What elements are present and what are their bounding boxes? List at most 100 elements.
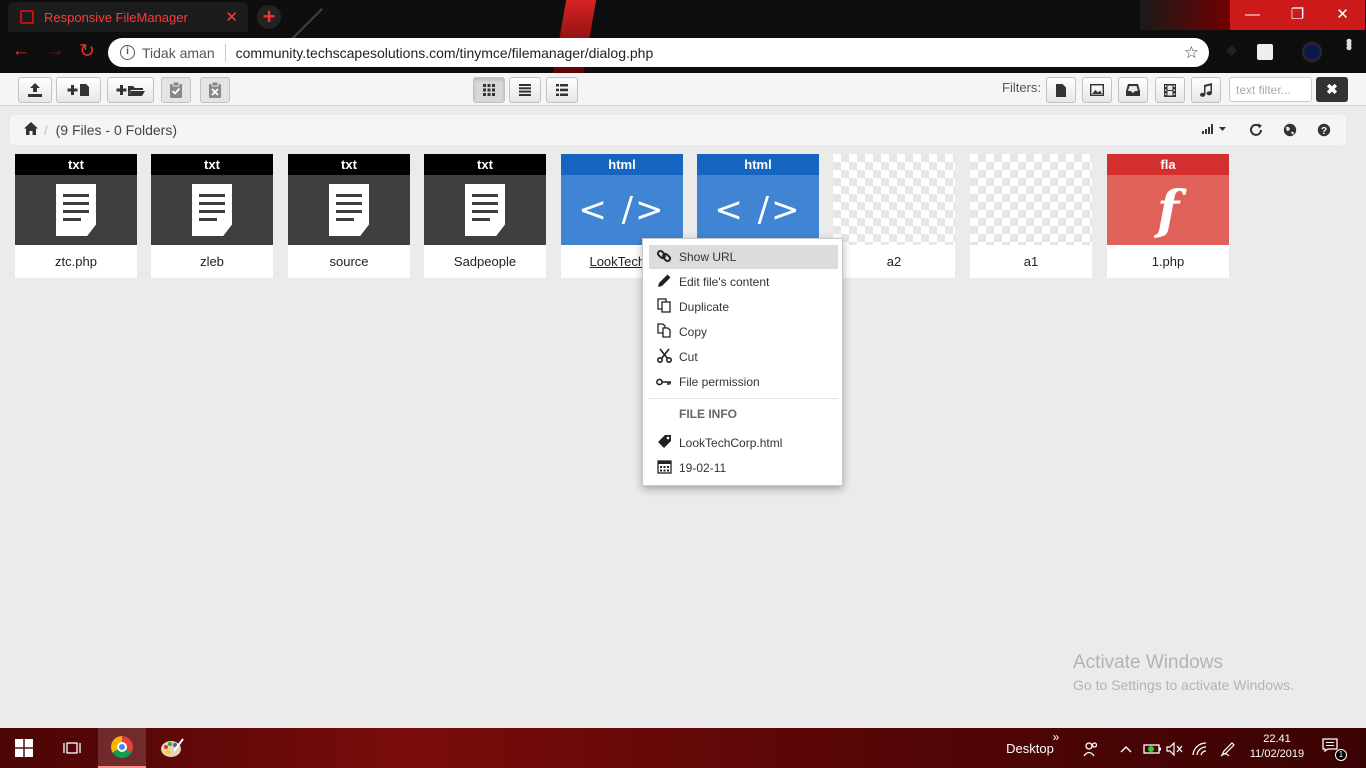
file-item[interactable]: txt zleb bbox=[151, 154, 273, 278]
new-file-button[interactable] bbox=[56, 77, 101, 103]
file-item[interactable]: fla f 1.php bbox=[1107, 154, 1229, 278]
window-close-button[interactable]: ✕ bbox=[1320, 0, 1365, 30]
url-text[interactable]: community.techscapesolutions.com/tinymce… bbox=[236, 45, 1184, 61]
flash-icon: f bbox=[1107, 175, 1229, 245]
filter-files-button[interactable] bbox=[1046, 77, 1076, 103]
file-item[interactable]: a2 bbox=[833, 154, 955, 278]
window-minimize-button[interactable]: — bbox=[1230, 0, 1275, 30]
file-extension-label: html bbox=[697, 154, 819, 175]
grid-icon bbox=[483, 84, 495, 96]
file-extension-label: html bbox=[561, 154, 683, 175]
profile-avatar[interactable] bbox=[1302, 42, 1322, 62]
toolbar-expand-icon[interactable]: » bbox=[1050, 722, 1062, 752]
clock[interactable]: 22.41 11/02/2019 bbox=[1247, 732, 1307, 762]
file-info-date-value: 19-02-11 bbox=[679, 461, 727, 475]
browser-menu-icon[interactable]: ••• bbox=[1338, 38, 1359, 48]
new-tab-button[interactable]: + bbox=[257, 5, 281, 29]
refresh-icon[interactable] bbox=[1249, 123, 1263, 140]
filter-music-button[interactable] bbox=[1191, 77, 1221, 103]
help-icon[interactable]: ? bbox=[1317, 123, 1331, 140]
info-icon[interactable]: i bbox=[120, 45, 135, 60]
link-icon bbox=[649, 248, 679, 267]
clock-time: 22.41 bbox=[1263, 733, 1291, 745]
window-restore-button[interactable]: ❐ bbox=[1275, 0, 1320, 30]
menu-item-show-url[interactable]: Show URL bbox=[649, 245, 838, 269]
film-icon bbox=[1164, 83, 1176, 97]
sort-icon[interactable] bbox=[1202, 123, 1228, 138]
forward-arrow-icon[interactable]: → bbox=[44, 40, 66, 62]
upload-icon bbox=[28, 83, 42, 97]
volume-muted-icon[interactable] bbox=[1166, 728, 1184, 768]
file-folder-count: (9 Files - 0 Folders) bbox=[55, 122, 177, 138]
breadcrumb-separator: / bbox=[44, 122, 48, 138]
menu-divider bbox=[649, 398, 838, 399]
menu-item-copy[interactable]: Copy bbox=[649, 320, 838, 344]
file-item[interactable]: txt source bbox=[288, 154, 410, 278]
people-icon[interactable] bbox=[1083, 728, 1099, 768]
extension-icon[interactable]: ⬥ bbox=[1226, 42, 1237, 60]
battery-icon[interactable] bbox=[1143, 728, 1163, 768]
text-filter-input[interactable] bbox=[1229, 77, 1312, 102]
file-name[interactable]: zleb bbox=[151, 245, 273, 278]
file-name[interactable]: source bbox=[288, 245, 410, 278]
task-view-button[interactable] bbox=[48, 728, 96, 768]
menu-item-label: Cut bbox=[679, 350, 698, 364]
paint-taskbar-button[interactable] bbox=[148, 728, 196, 768]
menu-item-edit-content[interactable]: Edit file's content bbox=[649, 270, 838, 294]
transparent-image-thumbnail bbox=[970, 154, 1092, 245]
menu-item-label: Show URL bbox=[679, 250, 737, 264]
globe-icon[interactable] bbox=[1283, 123, 1297, 140]
show-hidden-icons-chevron[interactable] bbox=[1120, 728, 1132, 768]
filter-archives-button[interactable] bbox=[1118, 77, 1148, 103]
home-icon[interactable] bbox=[24, 121, 38, 139]
clear-clipboard-button[interactable] bbox=[200, 77, 230, 103]
menu-item-cut[interactable]: Cut bbox=[649, 345, 838, 369]
back-arrow-icon[interactable]: ← bbox=[10, 40, 32, 62]
browser-chrome: Responsive FileManager ✕ + — ❐ ✕ ← → ↻ i… bbox=[0, 0, 1366, 73]
browser-tab[interactable]: Responsive FileManager ✕ bbox=[8, 2, 248, 32]
file-item[interactable]: txt Sadpeople bbox=[424, 154, 546, 278]
columns-icon bbox=[556, 84, 568, 96]
file-name[interactable]: a1 bbox=[970, 245, 1092, 278]
address-divider bbox=[224, 43, 226, 62]
duplicate-icon bbox=[649, 298, 679, 316]
new-file-icon bbox=[67, 84, 89, 96]
file-extension-label: txt bbox=[288, 154, 410, 175]
image-icon bbox=[1090, 84, 1104, 96]
menu-item-label: Duplicate bbox=[679, 300, 730, 314]
menu-item-duplicate[interactable]: Duplicate bbox=[649, 295, 838, 319]
start-button[interactable] bbox=[0, 728, 48, 768]
file-name[interactable]: Sadpeople bbox=[424, 245, 546, 278]
breadcrumb: / (9 Files - 0 Folders) bbox=[10, 115, 1346, 145]
taskbar: Desktop » 22.41 11/02/2019 1 bbox=[0, 728, 1366, 768]
paste-button[interactable] bbox=[161, 77, 191, 103]
view-columns-button[interactable] bbox=[546, 77, 578, 103]
wallpaper-decoration bbox=[1140, 0, 1230, 30]
clock-date: 11/02/2019 bbox=[1249, 748, 1305, 760]
upload-button[interactable] bbox=[18, 77, 52, 103]
notification-count-badge: 1 bbox=[1335, 749, 1347, 761]
chrome-taskbar-button[interactable] bbox=[98, 728, 146, 768]
file-name[interactable]: 1.php bbox=[1107, 245, 1229, 278]
wifi-icon[interactable] bbox=[1192, 728, 1208, 768]
pen-workspace-icon[interactable] bbox=[1220, 728, 1236, 768]
clear-filter-button[interactable]: ✖ bbox=[1316, 77, 1348, 102]
address-bar[interactable]: i Tidak aman community.techscapesolution… bbox=[108, 38, 1209, 67]
file-item[interactable]: a1 bbox=[970, 154, 1092, 278]
extension-icon[interactable] bbox=[1257, 44, 1273, 60]
file-name[interactable]: a2 bbox=[833, 245, 955, 278]
filter-videos-button[interactable] bbox=[1155, 77, 1185, 103]
file-name[interactable]: ztc.php bbox=[15, 245, 137, 278]
filter-images-button[interactable] bbox=[1082, 77, 1112, 103]
text-file-icon bbox=[15, 175, 137, 245]
text-file-icon bbox=[151, 175, 273, 245]
view-list-button[interactable] bbox=[509, 77, 541, 103]
new-folder-button[interactable] bbox=[107, 77, 154, 103]
menu-item-file-permission[interactable]: File permission bbox=[649, 370, 838, 394]
bookmark-star-icon[interactable]: ☆ bbox=[1184, 43, 1199, 63]
clipboard-check-icon bbox=[170, 82, 182, 98]
file-item[interactable]: txt ztc.php bbox=[15, 154, 137, 278]
reload-icon[interactable]: ↻ bbox=[76, 40, 98, 63]
tab-close-icon[interactable]: ✕ bbox=[225, 8, 238, 26]
view-grid-button[interactable] bbox=[473, 77, 505, 103]
